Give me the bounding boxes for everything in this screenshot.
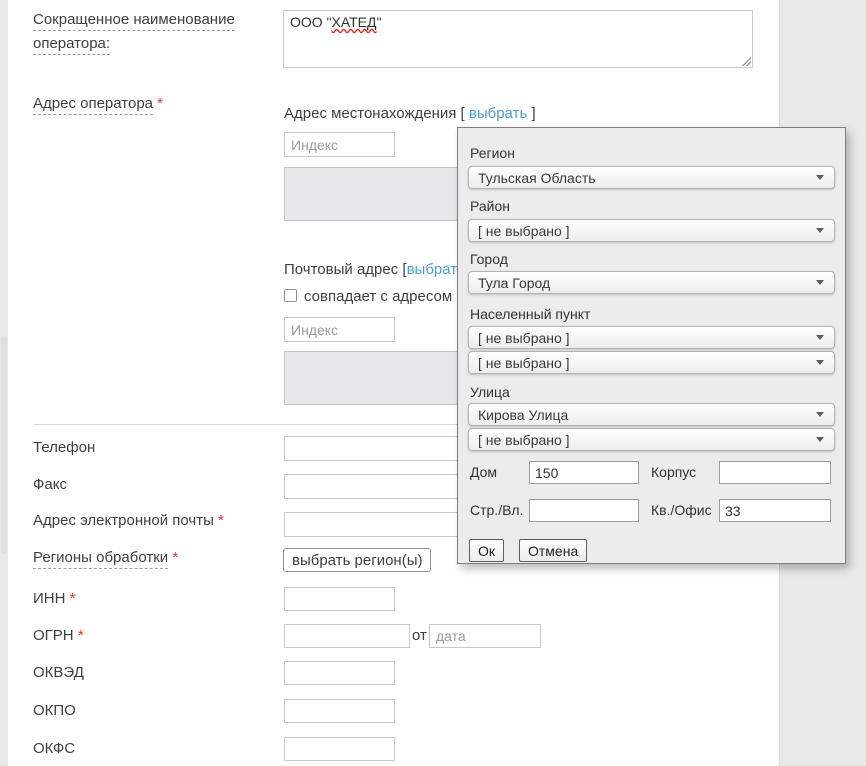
structure-label: Стр./Вл. (470, 502, 523, 518)
okved-input[interactable] (284, 661, 395, 685)
misspelled-word: ХАТЕД (332, 14, 377, 30)
same-address-checkbox[interactable] (284, 289, 297, 302)
phone-label: Телефон (33, 439, 95, 458)
postal-address-row: Почтовый адрес [выбрать ] (284, 261, 473, 280)
location-bracket-close: ] (531, 105, 535, 122)
operator-address-label-text: Адрес оператора (33, 95, 153, 115)
required-asterisk: * (70, 590, 76, 607)
okfs-label: ОКФС (33, 740, 75, 759)
okved-label: ОКВЭД (33, 664, 84, 683)
building-label: Корпус (651, 464, 696, 480)
okfs-input[interactable] (284, 737, 395, 761)
inn-label: ИНН * (33, 590, 75, 609)
apartment-label: Кв./Офис (651, 502, 712, 518)
inn-label-text: ИНН (33, 590, 65, 607)
settlement-select-1[interactable]: [ не выбрано ] (468, 326, 835, 349)
street-label: Улица (470, 384, 510, 400)
building-input[interactable] (719, 461, 831, 484)
apartment-input[interactable] (719, 499, 831, 522)
house-label: Дом (470, 464, 497, 480)
structure-input[interactable] (529, 499, 639, 522)
dropdown-arrow-icon (816, 412, 824, 417)
required-asterisk: * (78, 627, 84, 644)
resize-handle-icon[interactable] (741, 56, 751, 66)
dropdown-arrow-icon (816, 175, 824, 180)
street-select-2-value: [ не выбрано ] (478, 432, 570, 448)
inn-input[interactable] (284, 587, 395, 611)
short-name-label-text: Сокращенное наименование оператора: (33, 11, 235, 55)
left-scrollbar-thumb[interactable] (1, 336, 7, 554)
location-choose-link[interactable]: выбрать (469, 105, 527, 122)
operator-registration-page: Сокращенное наименование оператора: ООО … (0, 0, 866, 766)
ogrn-date-input[interactable] (429, 624, 541, 648)
fax-label: Факс (33, 476, 67, 495)
okpo-input[interactable] (284, 699, 395, 723)
region-label: Регион (470, 145, 515, 161)
street-select-1[interactable]: Кирова Улица (468, 403, 835, 426)
address-select-popup: Регион Тульская Область Район [ не выбра… (457, 127, 846, 564)
district-select-value: [ не выбрано ] (478, 223, 570, 239)
required-asterisk: * (218, 512, 224, 529)
regions-label-text: Регионы обработки (33, 549, 168, 569)
ogrn-input[interactable] (284, 624, 410, 648)
short-name-textarea[interactable]: ООО "ХАТЕД" (283, 10, 753, 68)
district-label: Район (470, 198, 510, 214)
email-label: Адрес электронной почты * (33, 512, 224, 531)
regions-label: Регионы обработки * (33, 549, 178, 568)
short-name-value-prefix: ООО " (290, 14, 332, 30)
location-address-row: Адрес местонахождения [ выбрать ] (284, 105, 536, 124)
location-address-label: Адрес местонахождения [ (284, 105, 465, 122)
postal-index-input[interactable] (284, 317, 395, 342)
ogrn-label-text: ОГРН (33, 627, 74, 644)
city-select-value: Тула Город (478, 275, 550, 291)
cancel-button[interactable]: Отмена (519, 539, 587, 562)
dropdown-arrow-icon (816, 360, 824, 365)
region-select-value: Тульская Область (478, 170, 596, 186)
ogrn-label: ОГРН * (33, 627, 84, 646)
region-select[interactable]: Тульская Область (468, 166, 835, 189)
dropdown-arrow-icon (816, 280, 824, 285)
dropdown-arrow-icon (816, 335, 824, 340)
dropdown-arrow-icon (816, 228, 824, 233)
street-select-2[interactable]: [ не выбрано ] (468, 428, 835, 451)
required-asterisk: * (157, 95, 163, 112)
city-label: Город (470, 251, 508, 267)
short-name-value-suffix: " (376, 14, 381, 30)
district-select[interactable]: [ не выбрано ] (468, 219, 835, 242)
street-select-1-value: Кирова Улица (478, 407, 568, 423)
house-input[interactable] (529, 461, 639, 484)
dropdown-arrow-icon (816, 437, 824, 442)
city-select[interactable]: Тула Город (468, 271, 835, 294)
operator-address-label: Адрес оператора * (33, 95, 163, 114)
required-asterisk: * (172, 549, 178, 566)
settlement-select-1-value: [ не выбрано ] (478, 330, 570, 346)
email-label-text: Адрес электронной почты (33, 512, 214, 529)
settlement-select-2-value: [ не выбрано ] (478, 355, 570, 371)
select-regions-button[interactable]: выбрать регион(ы) (283, 548, 431, 572)
ok-button[interactable]: Ок (469, 539, 504, 562)
settlement-select-2[interactable]: [ не выбрано ] (468, 351, 835, 374)
settlement-label: Населенный пункт (470, 306, 590, 322)
short-name-label: Сокращенное наименование оператора: (33, 8, 275, 56)
postal-address-label: Почтовый адрес [ (284, 261, 407, 278)
location-index-input[interactable] (284, 132, 395, 157)
okpo-label: ОКПО (33, 702, 76, 721)
ogrn-from-label: от (412, 627, 427, 646)
